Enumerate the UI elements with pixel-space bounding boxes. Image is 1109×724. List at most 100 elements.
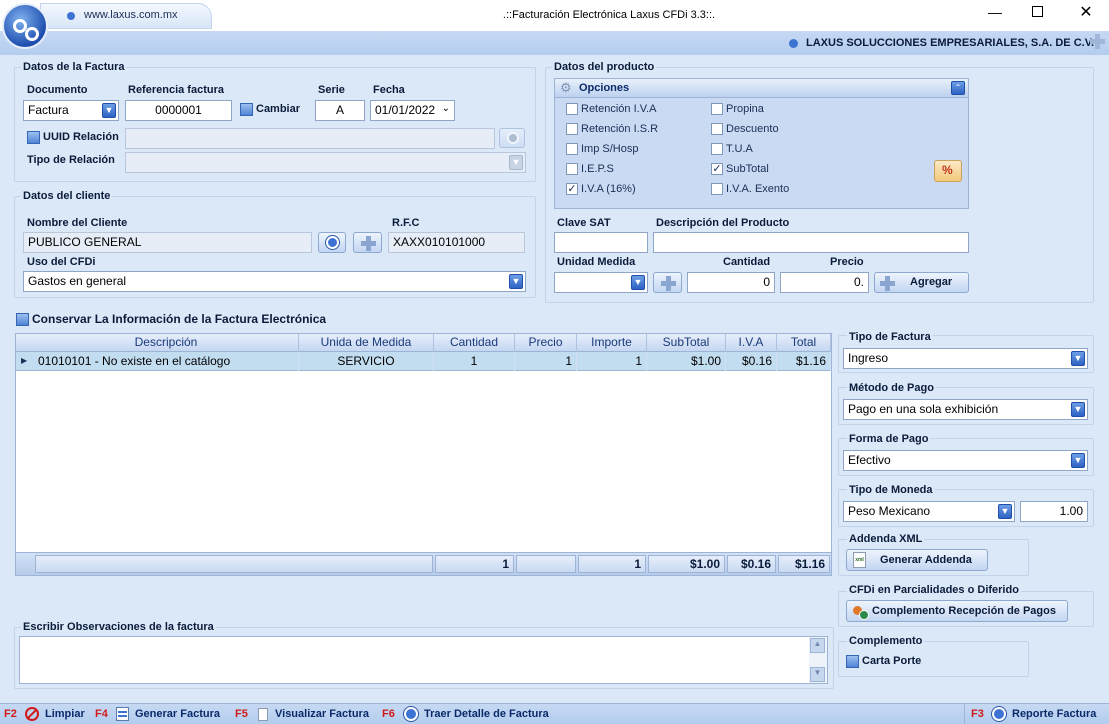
forma-label: Forma de Pago (847, 433, 931, 445)
percent-calc-button[interactable]: % (934, 160, 962, 182)
generar-addenda-button[interactable]: xml Generar Addenda (846, 549, 988, 571)
option-checkbox[interactable] (566, 103, 578, 115)
referencia-input[interactable]: 0000001 (125, 100, 232, 121)
maximize-icon[interactable] (1032, 6, 1043, 17)
grid-column-header[interactable]: SubTotal (647, 334, 726, 352)
grid-column-header[interactable]: Cantidad (434, 334, 515, 352)
uso-cfdi-select[interactable]: Gastos en general ▼ (23, 271, 526, 292)
items-grid[interactable]: ▶ Descripción Unida de Medida Cantidad Prec… (15, 333, 832, 576)
plus-icon[interactable] (1090, 34, 1105, 49)
option-checkbox[interactable] (566, 143, 578, 155)
option-checkbox[interactable] (566, 163, 578, 175)
documento-label: Documento (27, 84, 88, 96)
grid-cell[interactable]: $1.00 (647, 352, 726, 371)
option-checkbox[interactable] (711, 123, 723, 135)
metodo-select[interactable]: Pago en una sola exhibición ▼ (843, 399, 1088, 420)
option-checkbox[interactable] (711, 183, 723, 195)
tipo-factura-select[interactable]: Ingreso ▼ (843, 348, 1088, 369)
observaciones-textarea[interactable]: ▲ ▼ (19, 636, 828, 684)
unidad-label: Unidad Medida (557, 256, 636, 268)
tipo-relacion-label: Tipo de Relación (27, 154, 115, 166)
moneda-select[interactable]: Peso Mexicano ▼ (843, 501, 1015, 522)
scroll-up-icon[interactable]: ▲ (810, 638, 825, 653)
app-logo-icon (2, 3, 48, 49)
reporte-factura-button[interactable]: Reporte Factura (1012, 708, 1096, 720)
unidad-add-button[interactable] (653, 272, 682, 293)
grid-column-header[interactable]: Unida de Medida (299, 334, 434, 352)
serie-input[interactable]: A (315, 100, 365, 121)
grid-column-header[interactable]: Precio (515, 334, 577, 352)
grid-cell[interactable]: $0.16 (726, 352, 777, 371)
uuid-checkbox[interactable] (27, 131, 40, 144)
carta-porte-checkbox[interactable] (846, 655, 859, 668)
documento-value: Factura (28, 103, 69, 117)
f4-key: F4 (95, 708, 108, 720)
scrollbar[interactable]: ▲ ▼ (809, 637, 827, 683)
grid-column-header[interactable]: I.V.A (726, 334, 777, 352)
rfc-label: R.F.C (392, 217, 420, 229)
chevron-down-icon: ⌄ (441, 103, 450, 114)
option-checkbox[interactable] (566, 123, 578, 135)
company-dot-icon (789, 39, 798, 48)
company-name: LAXUS SOLUCCIONES EMPRESARIALES, S.A. DE… (806, 37, 1095, 49)
option-label: I.V.A. Exento (726, 183, 790, 195)
descripcion-input[interactable] (653, 232, 969, 253)
carta-porte-label: Carta Porte (862, 655, 922, 667)
grid-column-header[interactable]: Importe (577, 334, 647, 352)
chevron-down-icon: ▼ (1071, 453, 1085, 468)
conservar-checkbox[interactable] (16, 313, 29, 326)
minimize-icon[interactable]: — (984, 4, 1006, 24)
opciones-header[interactable]: ⚙ Opciones ⌃ (555, 79, 968, 98)
uso-value: Gastos en general (28, 274, 127, 288)
option-checkbox[interactable]: ✓ (566, 183, 578, 195)
tipo-factura-value: Ingreso (848, 351, 889, 365)
traer-detalle-button[interactable]: Traer Detalle de Factura (424, 708, 549, 720)
complemento-pagos-button[interactable]: Complemento Recepción de Pagos (846, 600, 1068, 622)
unidad-select[interactable]: ▼ (554, 272, 648, 293)
cantidad-input[interactable]: 0 (687, 272, 775, 293)
agregar-label: Agregar (910, 276, 953, 288)
grid-cell[interactable]: 1 (515, 352, 577, 371)
option-label: Imp S/Hosp (581, 143, 639, 155)
nombre-cliente-input[interactable]: PUBLICO GENERAL (23, 232, 312, 253)
option-label: T.U.A (726, 143, 753, 155)
grid-cell[interactable]: 1 (434, 352, 515, 371)
grid-cell[interactable]: SERVICIO (299, 352, 434, 371)
option-checkbox[interactable]: ✓ (711, 163, 723, 175)
grid-cell[interactable]: 01010101 - No existe en el catálogo (34, 352, 299, 371)
cambiar-checkbox[interactable] (240, 103, 253, 116)
cliente-search-button[interactable] (318, 232, 346, 253)
grid-column-header[interactable]: Descripción (34, 334, 299, 352)
fecha-value: 01/01/2022 (375, 103, 436, 117)
plus-icon (880, 276, 895, 291)
fecha-picker[interactable]: 01/01/2022 ⌄ (370, 100, 455, 121)
option-checkbox[interactable] (711, 103, 723, 115)
chevron-down-icon: ▼ (509, 155, 523, 170)
option-checkbox[interactable] (711, 143, 723, 155)
option-label: SubTotal (726, 163, 769, 175)
invoice-icon (116, 707, 129, 721)
grid-cell[interactable]: 1 (577, 352, 647, 371)
agregar-button[interactable]: Agregar (874, 272, 969, 293)
cliente-add-button[interactable] (353, 232, 382, 253)
precio-input[interactable]: 0. (780, 272, 869, 293)
footer-bar: F2 Limpiar F4 Generar Factura F5 Visuali… (0, 703, 1109, 724)
visualizar-factura-button[interactable]: Visualizar Factura (275, 708, 369, 720)
conservar-label: Conservar La Información de la Factura E… (32, 312, 327, 326)
close-icon[interactable]: ✕ (1076, 2, 1096, 22)
tipo-cambio-input[interactable]: 1.00 (1020, 501, 1088, 522)
cambiar-label: Cambiar (256, 103, 301, 115)
referencia-label: Referencia factura (128, 84, 224, 96)
clave-sat-input[interactable] (554, 232, 648, 253)
grid-column-header[interactable]: Total (777, 334, 831, 352)
grid-cell[interactable]: $1.16 (777, 352, 831, 371)
generar-factura-button[interactable]: Generar Factura (135, 708, 220, 720)
rfc-input[interactable]: XAXX010101000 (388, 232, 525, 253)
documento-select[interactable]: Factura ▼ (23, 100, 119, 121)
limpiar-button[interactable]: Limpiar (45, 708, 85, 720)
clave-sat-label: Clave SAT (557, 217, 611, 229)
forma-select[interactable]: Efectivo ▼ (843, 450, 1088, 471)
scroll-down-icon[interactable]: ▼ (810, 667, 825, 682)
option-label: Retención I.S.R (581, 123, 659, 135)
collapse-icon[interactable]: ⌃ (951, 81, 965, 95)
